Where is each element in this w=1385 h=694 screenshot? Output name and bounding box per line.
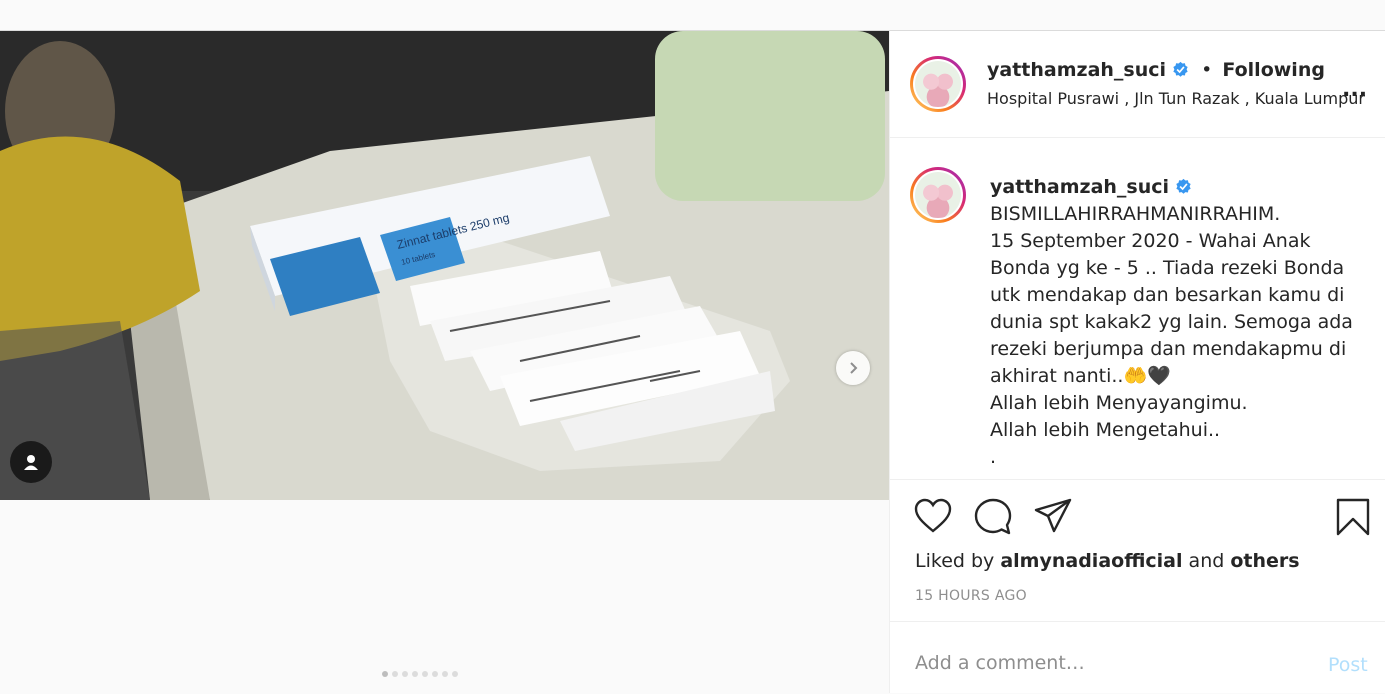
liked-by-prefix: Liked by [915,550,995,572]
author-username[interactable]: yatthamzah_suci [987,59,1166,81]
verified-badge-icon [1176,178,1191,194]
liked-by-user[interactable]: almynadiaofficial [1000,550,1182,572]
carousel-dot [432,671,438,677]
comment-input[interactable] [915,652,1295,674]
carousel-dot [402,671,408,677]
more-options-icon[interactable]: ... [1342,79,1367,101]
post-location[interactable]: Hospital Pusrawi , Jln Tun Razak , Kuala… [987,89,1365,108]
likes-summary: Liked by almynadiaofficial and others [915,550,1300,572]
following-button[interactable]: Following [1222,59,1325,81]
next-slide-button[interactable] [836,351,870,385]
author-avatar[interactable] [910,56,966,112]
post-actions: Liked by almynadiaofficial and others 15… [890,479,1385,622]
comment-bar: Post [890,621,1385,694]
carousel-dot [452,671,458,677]
post-header: yatthamzah_suci • Following Hospital Pus… [890,31,1385,138]
chevron-right-icon [850,362,858,374]
media-area: Zinnat tablets 250 mg 10 tablets [0,31,889,693]
post-photo[interactable]: Zinnat tablets 250 mg 10 tablets [0,31,889,500]
post-side-panel: yatthamzah_suci • Following Hospital Pus… [889,31,1385,693]
post-timestamp[interactable]: 15 HOURS AGO [915,588,1027,604]
caption-line: BISMILLAHIRRAHMANIRRAHIM. [990,203,1281,225]
caption-author-avatar[interactable] [910,167,966,223]
top-navigation-bar [0,0,1385,31]
post-comment-button[interactable]: Post [1328,654,1368,676]
heart-icon[interactable] [914,498,952,534]
caption-line: . [990,446,997,468]
comment-icon[interactable] [974,498,1012,536]
carousel-dot [412,671,418,677]
carousel-indicator [382,671,458,677]
carousel-dot [392,671,398,677]
bookmark-icon[interactable] [1336,498,1370,536]
carousel-dot [442,671,448,677]
verified-badge-icon [1173,61,1188,77]
share-icon[interactable] [1034,498,1072,534]
caption-text: yatthamzah_suci BISMILLAHIRRAHMANIRRAHIM… [990,174,1370,471]
liked-by-others[interactable]: others [1230,550,1299,572]
author-info: yatthamzah_suci • Following [987,59,1325,81]
caption-line: Allah lebih Mengetahui.. [990,419,1221,441]
carousel-dot [382,671,388,677]
separator-dot: • [1201,59,1213,81]
user-tag-icon [24,455,38,470]
caption-section: yatthamzah_suci BISMILLAHIRRAHMANIRRAHIM… [890,138,1385,479]
carousel-dot [422,671,428,677]
tagged-users-button[interactable] [10,441,52,483]
caption-line: 15 September 2020 - Wahai Anak Bonda yg … [990,230,1359,387]
caption-line: Allah lebih Menyayangimu. [990,392,1248,414]
caption-username[interactable]: yatthamzah_suci [990,176,1169,198]
liked-by-and: and [1188,550,1225,572]
photo-illustration: Zinnat tablets 250 mg 10 tablets [0,31,889,500]
